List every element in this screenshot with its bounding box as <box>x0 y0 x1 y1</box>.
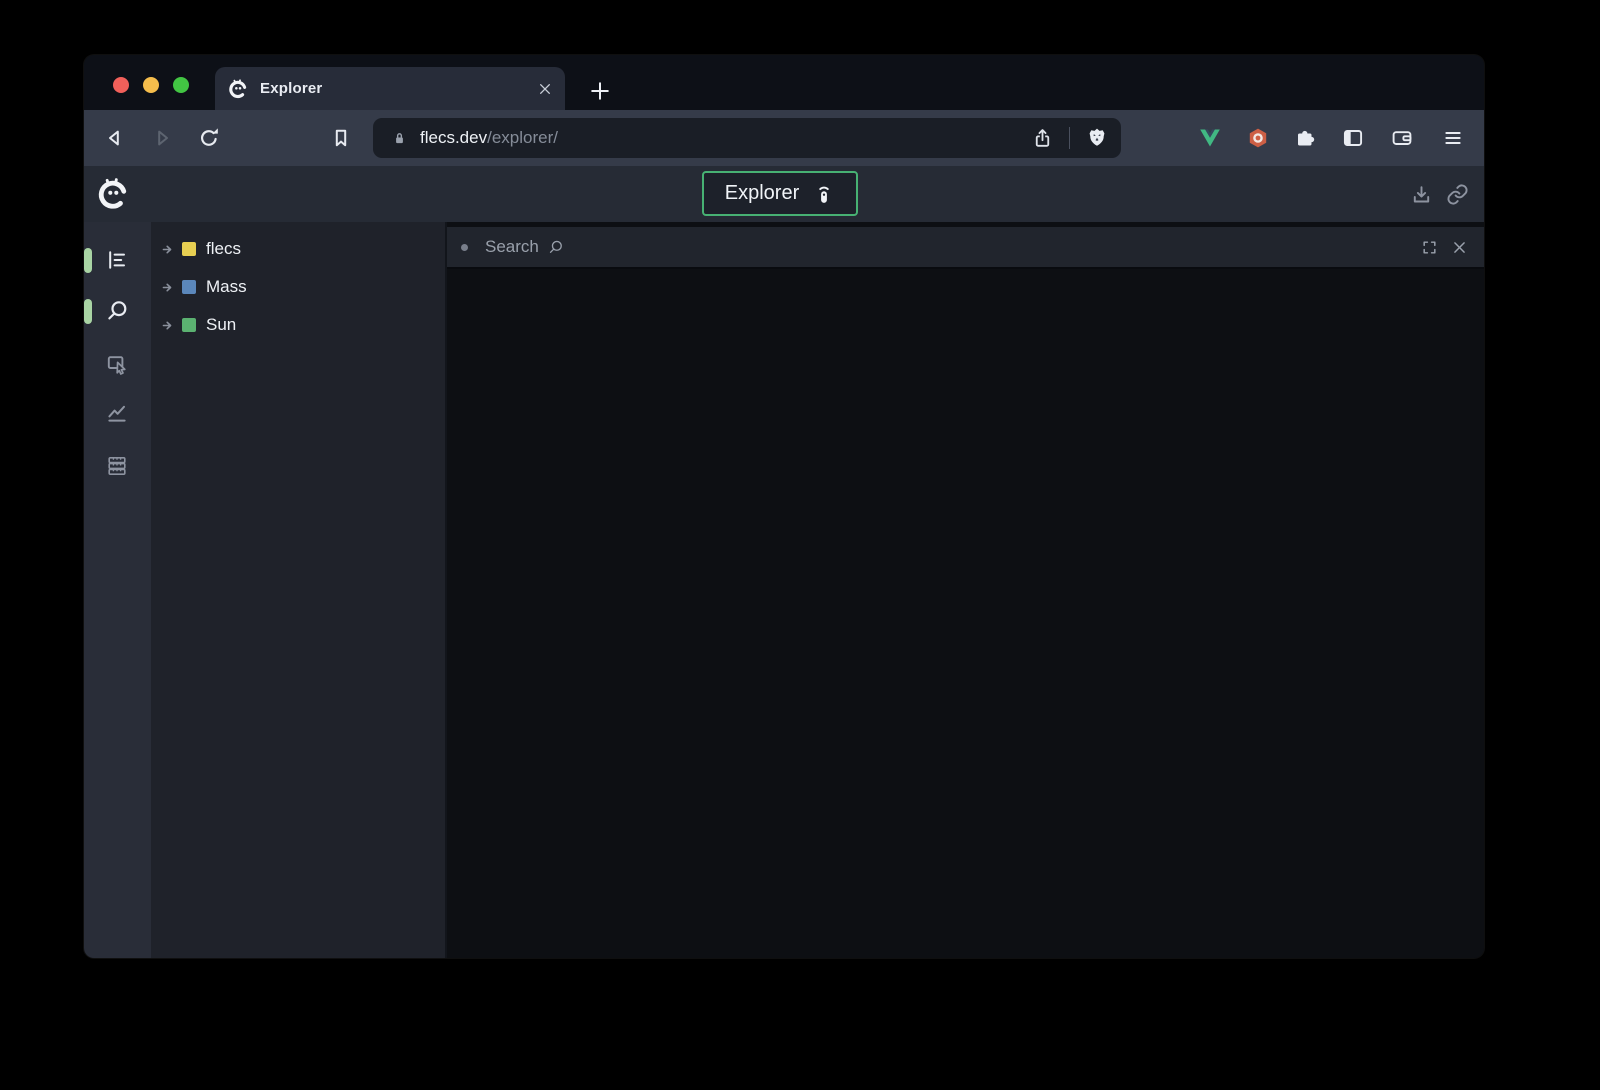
search-results-area[interactable] <box>447 269 1484 958</box>
share-link-button[interactable] <box>1446 183 1469 206</box>
active-indicator-search <box>84 299 92 324</box>
download-icon <box>1410 183 1433 206</box>
panel-left-icon <box>1341 126 1365 150</box>
close-window-button[interactable] <box>113 77 129 93</box>
link-icon <box>1446 183 1469 206</box>
entity-color-square <box>182 280 196 294</box>
browser-menu-button[interactable] <box>1441 126 1465 150</box>
url-divider <box>1069 127 1070 149</box>
magnifier-icon <box>547 239 564 256</box>
lock-icon[interactable] <box>391 130 408 147</box>
entity-color-square <box>182 242 196 256</box>
entity-label: Mass <box>206 277 247 297</box>
browser-toolbar: flecs.dev/explorer/ <box>84 110 1484 166</box>
back-icon <box>103 126 127 150</box>
forward-icon <box>150 126 174 150</box>
table-panel-button[interactable] <box>105 454 129 478</box>
entity-label: flecs <box>206 239 241 259</box>
close-panel-button[interactable] <box>1451 239 1468 256</box>
row-expander-icon[interactable] <box>161 242 176 257</box>
row-expander-icon[interactable] <box>161 318 176 333</box>
tab-bar: Explorer <box>84 55 1484 110</box>
reload-button[interactable] <box>197 126 221 150</box>
reload-icon <box>197 126 221 150</box>
expand-panel-button[interactable] <box>1421 239 1438 256</box>
zoom-window-button[interactable] <box>173 77 189 93</box>
tree-panel-button[interactable] <box>105 248 129 272</box>
brave-lion-icon <box>1085 126 1109 150</box>
share-icon <box>1031 127 1054 150</box>
puzzle-icon <box>1293 126 1317 150</box>
browser-window: Explorer <box>84 55 1484 958</box>
extension-vue-devtools[interactable] <box>1198 126 1222 150</box>
entity-label: Sun <box>206 315 236 335</box>
row-expander-icon[interactable] <box>161 280 176 295</box>
wallet-icon <box>1390 126 1414 150</box>
connection-icon <box>811 182 835 206</box>
panel-icon-rail <box>84 222 151 958</box>
ruler-rows-icon <box>105 454 129 478</box>
tab-close-button[interactable] <box>537 81 553 97</box>
drag-dot-icon <box>461 244 468 251</box>
desktop: Explorer <box>0 0 1600 1090</box>
share-button[interactable] <box>1031 127 1054 150</box>
extension-hexagon[interactable] <box>1246 126 1270 150</box>
traffic-lights <box>113 77 189 93</box>
search-panel-button[interactable] <box>105 299 129 323</box>
app-header: Explorer <box>84 166 1484 222</box>
app-title-button[interactable]: Explorer <box>702 171 858 216</box>
line-chart-icon <box>105 401 129 425</box>
tree-outline-icon <box>105 248 129 272</box>
address-bar[interactable]: flecs.dev/explorer/ <box>373 118 1121 158</box>
entity-tree-panel: flecs Mass <box>151 222 445 958</box>
entity-color-square <box>182 318 196 332</box>
minimize-window-button[interactable] <box>143 77 159 93</box>
bookmark-icon <box>329 126 353 150</box>
tree-row-sun[interactable]: Sun <box>151 306 445 344</box>
wallet-button[interactable] <box>1390 126 1414 150</box>
close-icon <box>1451 239 1468 256</box>
stats-panel-button[interactable] <box>105 401 129 425</box>
url-path: /explorer/ <box>487 128 558 148</box>
search-icon <box>105 299 129 323</box>
tab-explorer[interactable]: Explorer <box>215 67 565 110</box>
tab-title: Explorer <box>260 80 537 97</box>
inspect-panel-button[interactable] <box>105 352 129 376</box>
bookmark-button[interactable] <box>329 126 353 150</box>
app-title: Explorer <box>725 182 799 205</box>
active-indicator-tree <box>84 248 92 273</box>
search-panel: Search <box>445 222 1484 958</box>
sidebar-toggle-button[interactable] <box>1341 126 1365 150</box>
new-tab-button[interactable] <box>587 78 613 104</box>
url-domain: flecs.dev <box>420 128 487 148</box>
tree-row-flecs[interactable]: flecs <box>151 230 445 268</box>
inspect-cursor-icon <box>105 352 129 376</box>
forward-button[interactable] <box>150 126 174 150</box>
back-button[interactable] <box>103 126 127 150</box>
search-panel-header[interactable]: Search <box>447 227 1484 269</box>
tree-row-mass[interactable]: Mass <box>151 268 445 306</box>
hamburger-menu-icon <box>1441 126 1465 150</box>
hexagon-extension-icon <box>1246 126 1270 150</box>
download-button[interactable] <box>1410 183 1433 206</box>
app-body: flecs Mass <box>84 222 1484 958</box>
flecs-favicon-icon <box>227 78 249 100</box>
brave-shield-button[interactable] <box>1085 126 1109 150</box>
fullscreen-icon <box>1421 239 1438 256</box>
extensions-button[interactable] <box>1293 126 1317 150</box>
flecs-logo-icon[interactable] <box>95 176 131 212</box>
vue-logo-icon <box>1198 126 1222 150</box>
search-panel-title: Search <box>485 237 539 257</box>
